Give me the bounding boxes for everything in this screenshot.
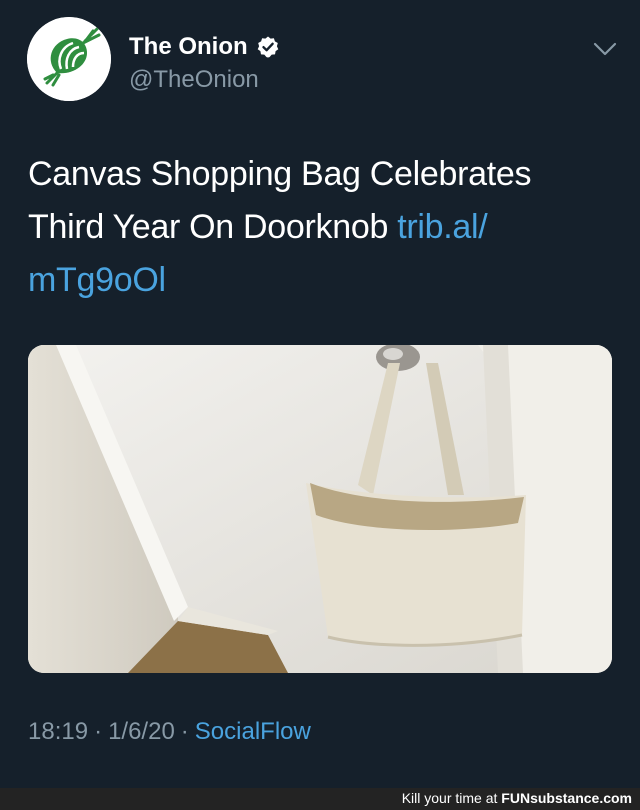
chevron-down-icon[interactable]	[592, 40, 618, 58]
tweet-meta: 18:19 · 1/6/20 · SocialFlow	[28, 718, 311, 746]
watermark-brand: FUNsubstance.com	[501, 790, 632, 806]
meta-separator: ·	[94, 718, 103, 745]
tweet-date[interactable]: 1/6/20	[108, 718, 175, 746]
author-handle[interactable]: @TheOnion	[129, 66, 259, 94]
tweet-link-part1[interactable]: trib.al/	[397, 208, 487, 246]
watermark-text: Kill your time at FUNsubstance.com	[402, 790, 632, 806]
tweet-text: Canvas Shopping Bag Celebrates Third Yea…	[28, 148, 588, 307]
tweet-source-link[interactable]: SocialFlow	[195, 718, 311, 746]
watermark-prefix: Kill your time at	[401, 790, 502, 806]
tweet-time[interactable]: 18:19	[28, 718, 88, 746]
watermark-bar: Kill your time at FUNsubstance.com	[0, 788, 640, 810]
onion-logo-icon	[27, 17, 111, 101]
tweet-link-part2[interactable]: mTg9oOl	[28, 261, 166, 299]
author-name-row[interactable]: The Onion	[129, 33, 280, 61]
verified-badge-icon	[257, 36, 278, 58]
author-display-name[interactable]: The Onion	[129, 33, 248, 61]
tote-bag-on-doorknob-photo	[28, 345, 612, 673]
tweet-photo[interactable]	[28, 345, 612, 673]
meta-separator: ·	[180, 718, 189, 745]
avatar[interactable]	[27, 17, 111, 101]
